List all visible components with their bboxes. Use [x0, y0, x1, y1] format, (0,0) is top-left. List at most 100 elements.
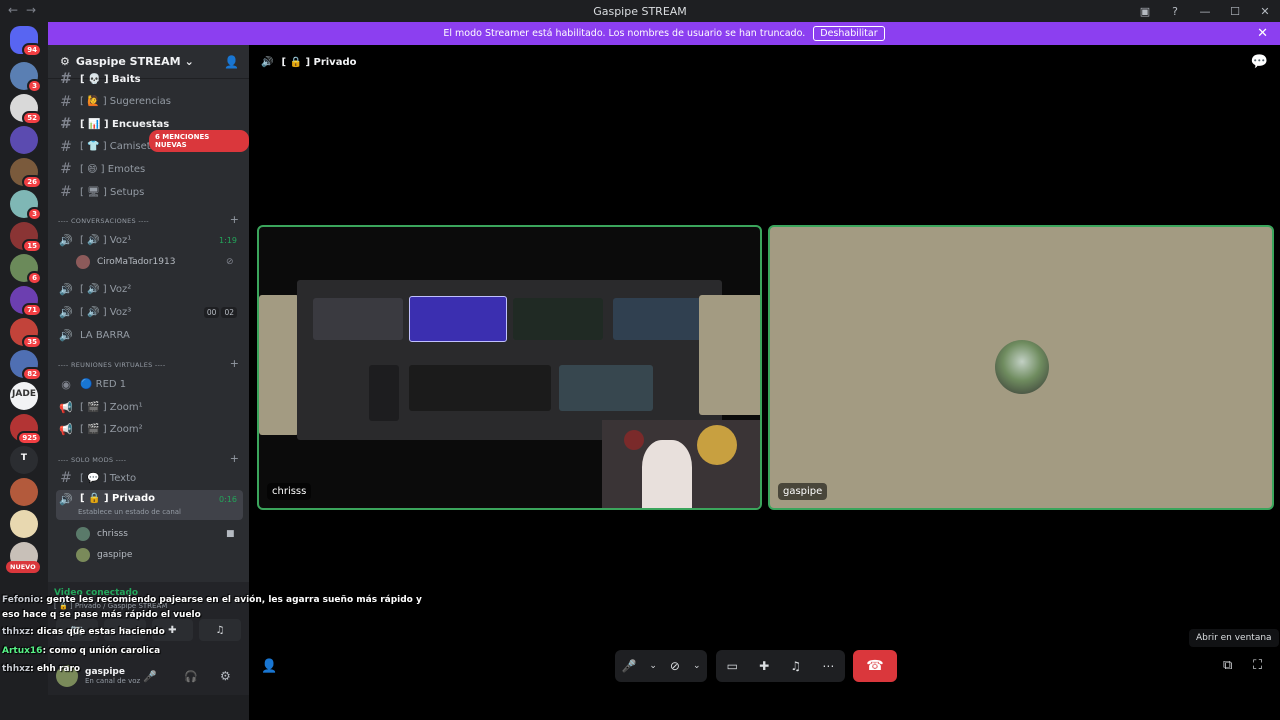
- server-icon[interactable]: 52: [10, 94, 42, 125]
- stage-channel-zoom1[interactable]: 📢 [ 🎬 ] Zoom¹: [56, 396, 243, 418]
- server-icon[interactable]: 925: [10, 414, 42, 445]
- stage-channel-red1[interactable]: ◉ 🔵 RED 1: [56, 373, 243, 395]
- text-channel[interactable]: # [ 💀 ] Baits: [56, 68, 243, 90]
- chevron-down-icon[interactable]: ⌄: [693, 661, 701, 671]
- settings-gear-icon[interactable]: ⚙: [220, 669, 231, 683]
- channel-label: [ 🖥 ] Setups: [80, 186, 145, 198]
- channel-label: [ 💬 ] Texto: [80, 472, 137, 484]
- hash-icon: #: [60, 71, 72, 87]
- category-solo-mods[interactable]: ---- SOLO MODS ----: [58, 456, 126, 464]
- inbox-icon[interactable]: ▣: [1130, 0, 1160, 22]
- home-button[interactable]: 94: [10, 26, 42, 57]
- stream-background: [259, 295, 299, 435]
- video-tile-chrisss[interactable]: chrisss: [257, 225, 762, 510]
- hash-icon: #: [60, 138, 72, 155]
- fullscreen-icon[interactable]: ⛶: [1253, 658, 1262, 673]
- activities-icon[interactable]: ✚: [759, 659, 769, 673]
- text-channel[interactable]: # [ 😄 ] Emotes: [56, 158, 243, 180]
- channel-label: 🔵 RED 1: [80, 378, 127, 390]
- avatar: [76, 255, 90, 269]
- category-reuniones[interactable]: ---- REUNIONES VIRTUALES ----: [58, 361, 165, 369]
- server-icon[interactable]: 6: [10, 254, 42, 285]
- voice-user-chrisss[interactable]: chrisss ■: [76, 525, 235, 543]
- video-icon: ■: [226, 529, 235, 539]
- channel-label: [ 💀 ] Baits: [80, 73, 141, 85]
- more-icon[interactable]: ⋯: [822, 659, 834, 673]
- screen-share-icon[interactable]: ▭: [727, 659, 738, 673]
- channel-label: [ 🔊 ] Voz²: [80, 283, 132, 295]
- speaker-icon: 🔊: [59, 328, 73, 342]
- server-icon[interactable]: [10, 478, 38, 506]
- channel-timer: 1:19: [219, 235, 237, 245]
- channel-label: [ 🔊 ] Voz³: [80, 306, 132, 318]
- text-channel[interactable]: # [ 🙋 ] Sugerencias: [56, 91, 243, 113]
- mention-badge: 82: [22, 367, 42, 381]
- server-icon[interactable]: 3: [10, 190, 42, 221]
- mention-badge: 26: [22, 175, 42, 189]
- voice-channel-privado[interactable]: 🔊 [ 🔒 ] Privado 0:16 Establece un estado…: [56, 490, 243, 520]
- disconnect-button[interactable]: ☎: [853, 650, 897, 682]
- channel-label: [ 🙋 ] Sugerencias: [80, 96, 171, 108]
- new-badge: NUEVO: [6, 561, 40, 573]
- avatar: [76, 548, 90, 562]
- headphones-icon[interactable]: 🎧: [184, 670, 198, 683]
- channel-label: [ 😄 ] Emotes: [80, 163, 146, 175]
- close-icon[interactable]: ✕: [1257, 26, 1268, 41]
- chat-icon[interactable]: 💬: [1251, 54, 1268, 70]
- channel-status[interactable]: Establece un estado de canal: [78, 508, 181, 516]
- close-window-button[interactable]: ✕: [1250, 0, 1280, 22]
- new-mentions-pill[interactable]: 6 MENCIONES NUEVAS: [149, 130, 249, 152]
- voice-user-gaspipe[interactable]: gaspipe: [76, 546, 132, 564]
- chevron-down-icon[interactable]: ⌄: [649, 661, 657, 671]
- window-title: Gaspipe STREAM: [593, 5, 687, 18]
- text-channel[interactable]: # [ 🖥 ] Setups: [56, 181, 243, 203]
- add-channel-icon[interactable]: +: [230, 357, 239, 370]
- add-channel-icon[interactable]: +: [230, 452, 239, 465]
- stage-channel-zoom2[interactable]: 📢 [ 🎬 ] Zoom²: [56, 418, 243, 440]
- voice-user[interactable]: CiroMaTador1913 ⊘: [76, 253, 234, 271]
- category-conversaciones[interactable]: ---- CONVERSACIONES ----: [58, 217, 149, 225]
- voice-channel-voz2[interactable]: 🔊 [ 🔊 ] Voz²: [56, 278, 243, 300]
- server-icon[interactable]: 82: [10, 350, 42, 381]
- server-icon[interactable]: 3: [10, 62, 42, 93]
- server-icon[interactable]: [10, 510, 38, 538]
- video-tile-gaspipe[interactable]: gaspipe: [768, 225, 1274, 510]
- popout-tooltip: Abrir en ventana: [1189, 629, 1279, 647]
- popout-icon[interactable]: ⧉: [1223, 658, 1232, 673]
- server-icon[interactable]: 71: [10, 286, 42, 317]
- server-icon[interactable]: 35: [10, 318, 42, 349]
- chat-message: thhxz: ehh raro: [2, 664, 81, 674]
- microphone-icon[interactable]: 🎤: [143, 670, 157, 683]
- server-name: Gaspipe STREAM: [75, 55, 181, 68]
- minimize-button[interactable]: —: [1190, 0, 1220, 22]
- maximize-button[interactable]: ☐: [1220, 0, 1250, 22]
- add-user-icon[interactable]: 👤: [261, 659, 277, 674]
- add-channel-icon[interactable]: +: [230, 213, 239, 226]
- channel-header: 🔊 [ 🔒 ] Privado 💬: [249, 45, 1280, 79]
- voice-channel-voz1[interactable]: 🔊 [ 🔊 ] Voz¹ 1:19: [56, 229, 243, 251]
- server-icon[interactable]: JADE: [10, 382, 38, 410]
- disable-streamer-button[interactable]: Deshabilitar: [813, 26, 885, 41]
- microphone-icon[interactable]: 🎤: [621, 659, 636, 673]
- server-icon[interactable]: [10, 126, 38, 154]
- hash-icon: #: [60, 93, 72, 110]
- server-icon[interactable]: T: [10, 446, 38, 474]
- invite-icon[interactable]: 👤: [224, 55, 239, 69]
- user-limit: 00 02: [203, 306, 237, 318]
- voice-channel-voz3[interactable]: 🔊 [ 🔊 ] Voz³ 00 02: [56, 301, 243, 323]
- alt-tab-switcher: [297, 280, 722, 440]
- camera-off-icon[interactable]: ⊘: [670, 659, 680, 673]
- help-icon[interactable]: ?: [1160, 0, 1190, 22]
- server-icon[interactable]: 15: [10, 222, 42, 253]
- user-name: gaspipe: [85, 667, 125, 677]
- server-icon[interactable]: 26: [10, 158, 42, 189]
- text-channel-texto[interactable]: # [ 💬 ] Texto: [56, 467, 243, 489]
- participant-label: chrisss: [267, 483, 312, 500]
- soundboard-icon[interactable]: ♫: [790, 659, 801, 673]
- chat-message: Fefonio: gente les recomiendo pajearse e…: [2, 595, 422, 605]
- voice-user-name: chrisss: [97, 529, 128, 539]
- soundboard-icon[interactable]: ♫: [199, 619, 241, 641]
- chat-message: Artux16: como q unión carolica: [2, 646, 161, 656]
- mention-badge: 71: [22, 303, 42, 317]
- voice-channel-la-barra[interactable]: 🔊 LA BARRA: [56, 324, 243, 346]
